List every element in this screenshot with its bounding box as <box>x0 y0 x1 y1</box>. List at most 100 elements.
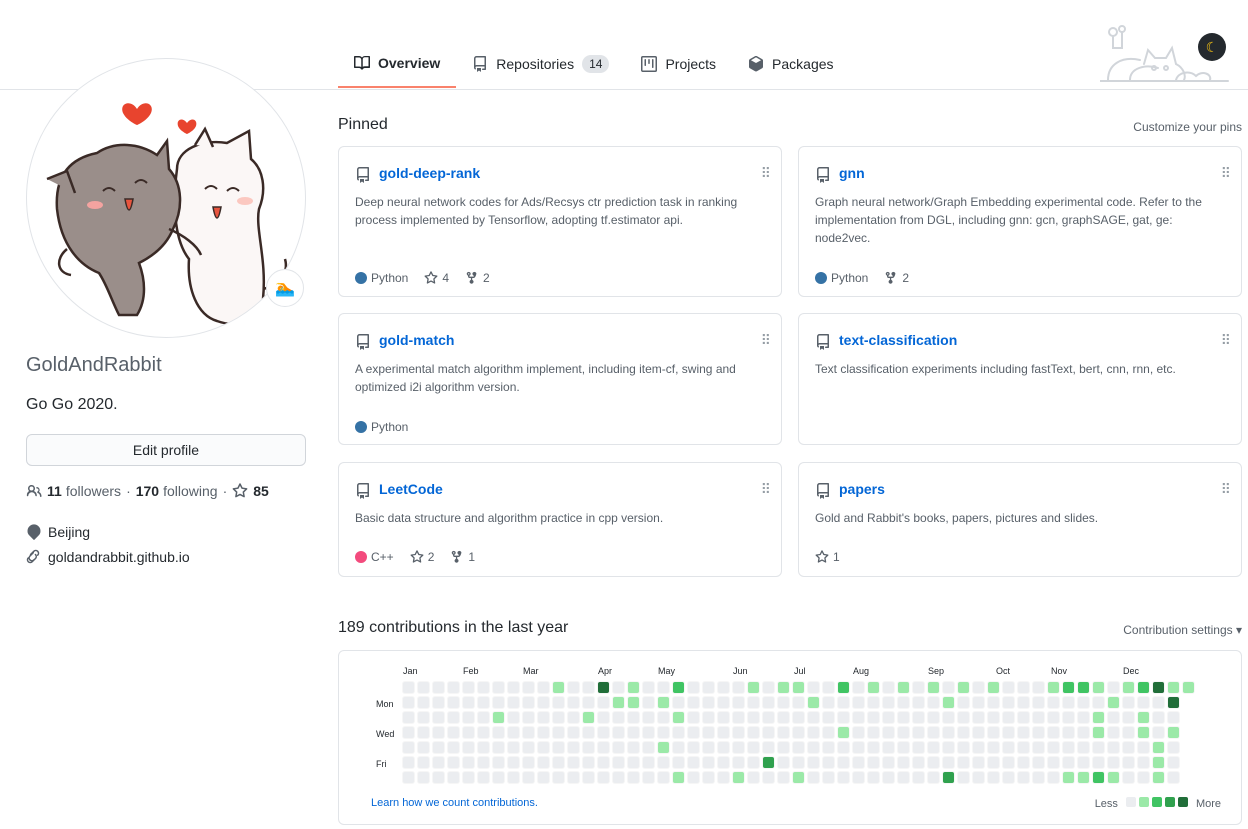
contribution-day-cell[interactable] <box>957 681 970 694</box>
contribution-day-cell[interactable] <box>657 681 670 694</box>
contribution-day-cell[interactable] <box>942 726 955 739</box>
contribution-day-cell[interactable] <box>612 756 625 769</box>
contribution-day-cell[interactable] <box>1032 741 1045 754</box>
contribution-day-cell[interactable] <box>462 771 475 784</box>
contribution-day-cell[interactable] <box>687 771 700 784</box>
contribution-day-cell[interactable] <box>747 756 760 769</box>
contribution-day-cell[interactable] <box>1182 681 1195 694</box>
contribution-day-cell[interactable] <box>537 771 550 784</box>
contribution-day-cell[interactable] <box>1062 741 1075 754</box>
contribution-day-cell[interactable] <box>702 711 715 724</box>
contribution-day-cell[interactable] <box>612 741 625 754</box>
contribution-day-cell[interactable] <box>492 711 505 724</box>
contribution-day-cell[interactable] <box>1137 711 1150 724</box>
contribution-day-cell[interactable] <box>987 726 1000 739</box>
contribution-day-cell[interactable] <box>777 756 790 769</box>
contribution-day-cell[interactable] <box>867 681 880 694</box>
tab-repositories[interactable]: Repositories 14 <box>456 40 625 88</box>
contribution-day-cell[interactable] <box>1122 756 1135 769</box>
repo-name-link[interactable]: gold-match <box>379 332 454 348</box>
contribution-day-cell[interactable] <box>837 771 850 784</box>
contribution-day-cell[interactable] <box>882 756 895 769</box>
contribution-day-cell[interactable] <box>732 681 745 694</box>
contribution-day-cell[interactable] <box>1062 756 1075 769</box>
contribution-day-cell[interactable] <box>987 711 1000 724</box>
contribution-day-cell[interactable] <box>507 711 520 724</box>
contribution-day-cell[interactable] <box>477 696 490 709</box>
contribution-day-cell[interactable] <box>1152 696 1165 709</box>
contribution-day-cell[interactable] <box>1032 696 1045 709</box>
contribution-day-cell[interactable] <box>492 771 505 784</box>
contribution-day-cell[interactable] <box>732 711 745 724</box>
contribution-day-cell[interactable] <box>477 726 490 739</box>
contribution-day-cell[interactable] <box>702 741 715 754</box>
contribution-day-cell[interactable] <box>567 681 580 694</box>
contribution-day-cell[interactable] <box>792 711 805 724</box>
contribution-day-cell[interactable] <box>1062 771 1075 784</box>
contribution-day-cell[interactable] <box>687 756 700 769</box>
contribution-day-cell[interactable] <box>912 696 925 709</box>
contribution-day-cell[interactable] <box>582 726 595 739</box>
contribution-day-cell[interactable] <box>987 771 1000 784</box>
contribution-day-cell[interactable] <box>1047 711 1060 724</box>
contribution-day-cell[interactable] <box>597 726 610 739</box>
contribution-day-cell[interactable] <box>927 756 940 769</box>
contribution-day-cell[interactable] <box>1092 681 1105 694</box>
contribution-day-cell[interactable] <box>717 726 730 739</box>
contribution-day-cell[interactable] <box>732 771 745 784</box>
contribution-day-cell[interactable] <box>732 726 745 739</box>
contribution-day-cell[interactable] <box>1017 741 1030 754</box>
contribution-day-cell[interactable] <box>672 726 685 739</box>
contribution-day-cell[interactable] <box>477 681 490 694</box>
contribution-day-cell[interactable] <box>447 681 460 694</box>
contribution-day-cell[interactable] <box>417 726 430 739</box>
contribution-day-cell[interactable] <box>762 726 775 739</box>
contribution-day-cell[interactable] <box>837 726 850 739</box>
contribution-day-cell[interactable] <box>597 681 610 694</box>
contribution-day-cell[interactable] <box>507 726 520 739</box>
profile-website[interactable]: goldandrabbit.github.io <box>26 549 190 565</box>
contribution-day-cell[interactable] <box>432 771 445 784</box>
contribution-day-cell[interactable] <box>582 771 595 784</box>
contribution-day-cell[interactable] <box>1167 726 1180 739</box>
contribution-day-cell[interactable] <box>432 741 445 754</box>
contribution-day-cell[interactable] <box>672 711 685 724</box>
contribution-day-cell[interactable] <box>687 711 700 724</box>
contribution-day-cell[interactable] <box>597 741 610 754</box>
contribution-day-cell[interactable] <box>432 696 445 709</box>
contribution-day-cell[interactable] <box>867 756 880 769</box>
contribution-day-cell[interactable] <box>567 756 580 769</box>
contribution-day-cell[interactable] <box>972 756 985 769</box>
contribution-day-cell[interactable] <box>462 711 475 724</box>
stars-link[interactable]: 2 <box>410 550 434 564</box>
contribution-day-cell[interactable] <box>657 696 670 709</box>
dark-mode-toggle[interactable]: ☾ <box>1198 33 1226 61</box>
contribution-day-cell[interactable] <box>852 756 865 769</box>
contribution-day-cell[interactable] <box>1092 756 1105 769</box>
contribution-day-cell[interactable] <box>1077 726 1090 739</box>
contribution-day-cell[interactable] <box>1122 696 1135 709</box>
contribution-day-cell[interactable] <box>1002 726 1015 739</box>
contribution-day-cell[interactable] <box>957 756 970 769</box>
contribution-day-cell[interactable] <box>822 771 835 784</box>
contribution-day-cell[interactable] <box>507 771 520 784</box>
contribution-day-cell[interactable] <box>822 741 835 754</box>
contribution-day-cell[interactable] <box>912 756 925 769</box>
edit-profile-button[interactable]: Edit profile <box>26 434 306 466</box>
contribution-day-cell[interactable] <box>1032 681 1045 694</box>
contribution-day-cell[interactable] <box>717 741 730 754</box>
contribution-day-cell[interactable] <box>882 726 895 739</box>
contribution-day-cell[interactable] <box>687 726 700 739</box>
contribution-day-cell[interactable] <box>507 756 520 769</box>
contribution-day-cell[interactable] <box>1032 771 1045 784</box>
repo-name-link[interactable]: papers <box>839 481 885 497</box>
contribution-day-cell[interactable] <box>807 726 820 739</box>
contribution-day-cell[interactable] <box>762 696 775 709</box>
contribution-day-cell[interactable] <box>447 741 460 754</box>
tab-overview[interactable]: Overview <box>338 40 457 88</box>
contribution-day-cell[interactable] <box>642 741 655 754</box>
contribution-day-cell[interactable] <box>1017 711 1030 724</box>
contribution-day-cell[interactable] <box>777 711 790 724</box>
contribution-day-cell[interactable] <box>852 696 865 709</box>
contribution-day-cell[interactable] <box>1077 756 1090 769</box>
